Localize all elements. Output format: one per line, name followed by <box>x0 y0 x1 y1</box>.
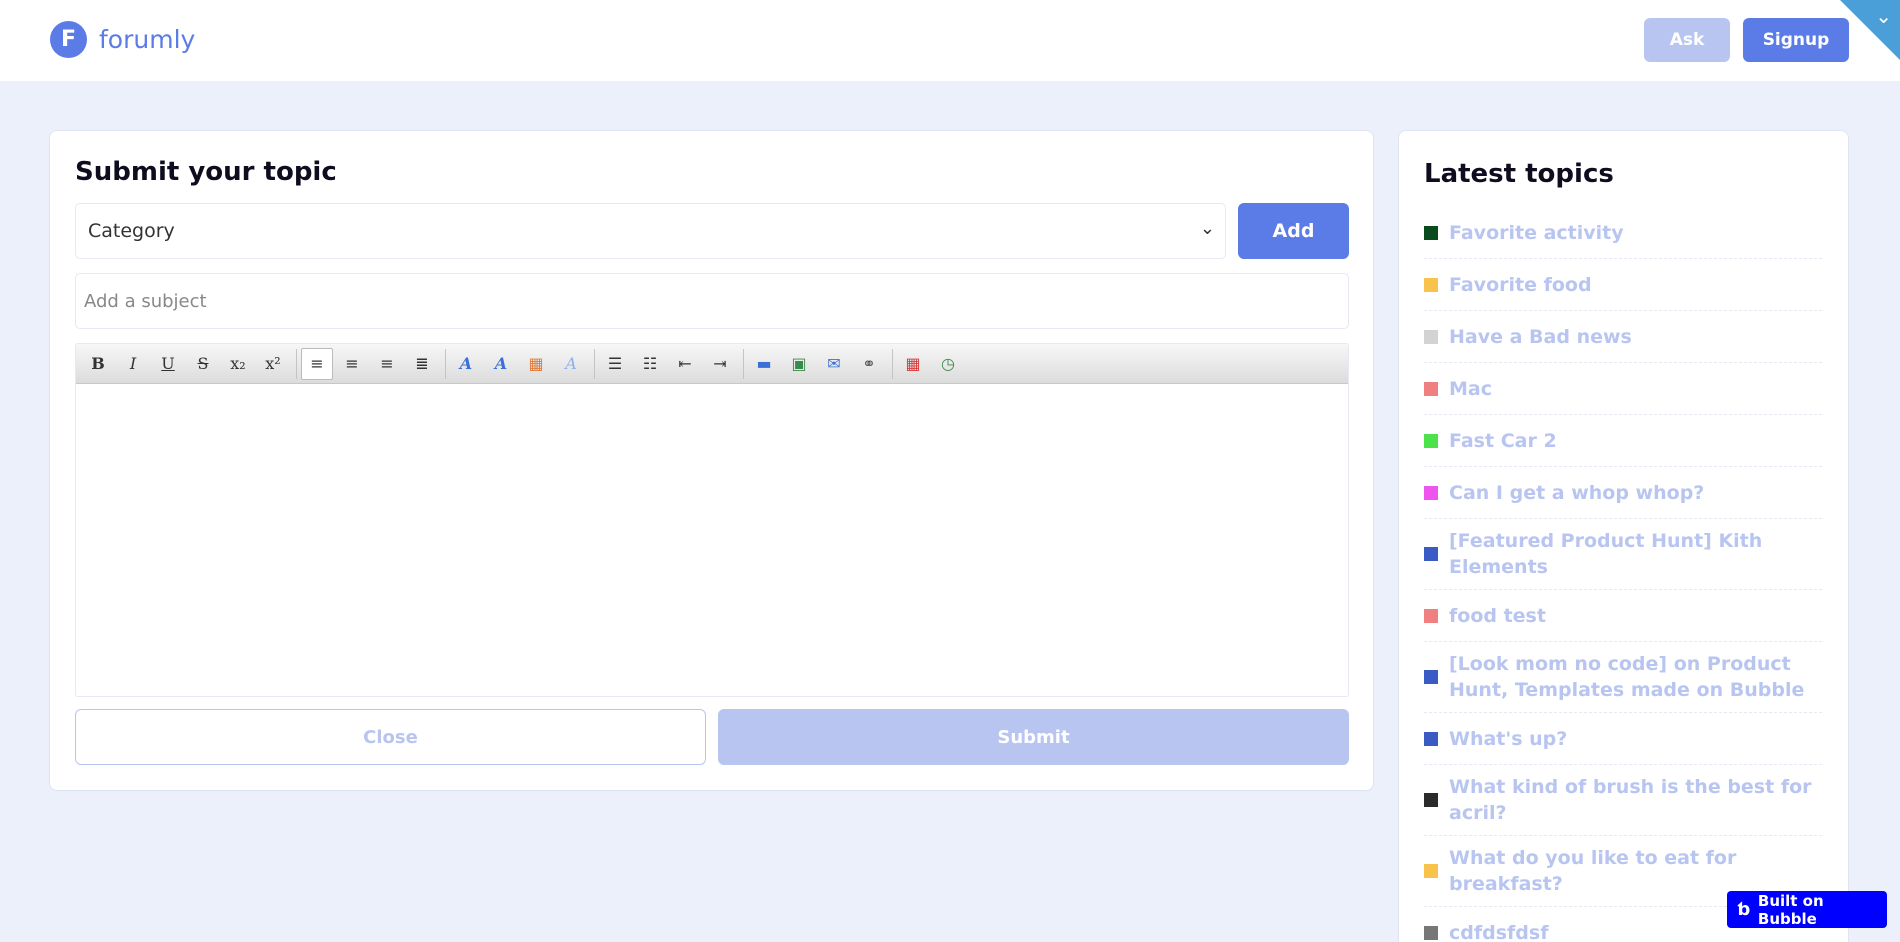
insert-image-icon[interactable]: ▣ <box>783 348 815 380</box>
category-color-swatch <box>1424 433 1438 448</box>
text-color-icon[interactable]: ▦ <box>520 348 552 380</box>
bold-icon[interactable]: B <box>82 348 114 380</box>
category-color-swatch <box>1424 608 1438 623</box>
topic-item[interactable]: Mac <box>1424 363 1822 415</box>
topic-label[interactable]: cdfdsfdsf <box>1449 920 1548 942</box>
topic-label[interactable]: [Featured Product Hunt] Kith Elements <box>1449 528 1822 580</box>
topic-label[interactable]: What do you like to eat for breakfast? <box>1449 845 1822 897</box>
close-button[interactable]: Close <box>75 709 706 765</box>
topic-item[interactable]: Can I get a whop whop? <box>1424 467 1822 519</box>
insert-date-icon[interactable]: ▦ <box>897 348 929 380</box>
category-color-swatch <box>1424 329 1438 344</box>
category-color-swatch <box>1424 925 1438 940</box>
topic-item[interactable]: Favorite food <box>1424 259 1822 311</box>
insert-time-icon[interactable]: ◷ <box>932 348 964 380</box>
font-size-icon[interactable]: A <box>485 348 517 380</box>
topic-label[interactable]: Have a Bad news <box>1449 324 1632 350</box>
strikethrough-icon[interactable]: S <box>187 348 219 380</box>
category-select[interactable]: Category ⌄ <box>75 203 1226 259</box>
toolbar-separator <box>892 348 893 379</box>
align-left-icon[interactable]: ≡ <box>301 347 333 380</box>
category-color-swatch <box>1424 547 1438 561</box>
topic-item[interactable]: What's up? <box>1424 713 1822 765</box>
outdent-icon[interactable]: ⇤ <box>669 348 701 380</box>
topic-label[interactable]: What kind of brush is the best for acril… <box>1449 774 1822 826</box>
built-on-bubble-badge[interactable]: ƅ Built on Bubble <box>1727 891 1887 928</box>
logo-icon: F <box>50 21 87 58</box>
topic-item[interactable]: [Look mom no code] on Product Hunt, Temp… <box>1424 642 1822 713</box>
topic-list: Favorite activity Favorite food Have a Bad… <box>1424 207 1822 942</box>
rich-text-editor[interactable]: B I U Sx₂ x² ≡ ≡ ≡ ≣ A A ▦ A ☰ ☷ ⇤ ⇥ ▬ ▣ ✉ ⚭ ▦ ◷ <box>75 343 1349 697</box>
category-color-swatch <box>1424 381 1438 396</box>
superscript-icon[interactable]: x² <box>257 348 289 380</box>
logo[interactable]: F forumly <box>50 21 195 58</box>
topic-label[interactable]: Favorite food <box>1449 272 1592 298</box>
badge-label: Built on Bubble <box>1757 891 1824 928</box>
submit-topic-card: Submit your topic Category ⌄ Add BIUSx₂x… <box>49 130 1374 791</box>
topic-item[interactable]: [Featured Product Hunt] Kith Elements <box>1424 519 1822 590</box>
page-title: Submit your topic <box>75 157 337 187</box>
sidebar-title: Latest topics <box>1424 159 1614 189</box>
editor-body[interactable] <box>76 384 1348 696</box>
signup-button[interactable]: Signup <box>1743 18 1849 62</box>
editor-toolbar: B I U Sx₂ x² ≡ ≡ ≡ ≣ A A ▦ A ☰ ☷ ⇤ ⇥ ▬ ▣ ✉ ⚭ ▦ ◷ <box>76 344 1348 384</box>
align-center-icon[interactable]: ≡ <box>336 348 368 380</box>
horizontal-rule-icon[interactable]: ▬ <box>748 348 780 380</box>
ask-button[interactable]: Ask <box>1644 18 1730 62</box>
indent-icon[interactable]: ⇥ <box>704 348 736 380</box>
topic-item[interactable]: Favorite activity <box>1424 207 1822 259</box>
category-color-swatch <box>1424 731 1438 746</box>
category-color-swatch <box>1424 485 1438 500</box>
chevron-down-icon[interactable]: ⌄ <box>1875 4 1892 28</box>
top-header: F forumly Ask Signup ⌄ <box>0 0 1900 81</box>
bubble-logo-icon: ƅ <box>1737 899 1750 920</box>
category-color-swatch <box>1424 670 1438 684</box>
topic-label[interactable]: Fast Car 2 <box>1449 428 1557 454</box>
topic-label[interactable]: Mac <box>1449 376 1492 402</box>
topic-item[interactable]: food test <box>1424 590 1822 642</box>
add-button[interactable]: Add <box>1238 203 1349 259</box>
font-family-icon[interactable]: A <box>450 348 482 380</box>
bullet-list-icon[interactable]: ☰ <box>599 348 631 380</box>
latest-topics-card: Latest topics Favorite activity Favorite … <box>1398 130 1849 942</box>
topic-label[interactable]: [Look mom no code] on Product Hunt, Temp… <box>1449 651 1822 703</box>
insert-link-icon[interactable]: ⚭ <box>853 348 885 380</box>
justify-icon[interactable]: ≣ <box>406 348 438 380</box>
topic-label[interactable]: What's up? <box>1449 726 1567 752</box>
chevron-down-icon: ⌄ <box>1199 218 1215 239</box>
topic-label[interactable]: food test <box>1449 603 1546 629</box>
category-color-swatch <box>1424 225 1438 240</box>
topic-item[interactable]: What kind of brush is the best for acril… <box>1424 765 1822 836</box>
category-color-swatch <box>1424 793 1438 807</box>
submit-button[interactable]: Submit <box>718 709 1349 765</box>
topic-label[interactable]: Favorite activity <box>1449 220 1624 246</box>
toolbar-separator <box>743 348 744 379</box>
insert-email-icon[interactable]: ✉ <box>818 348 850 380</box>
toolbar-separator <box>296 348 297 379</box>
italic-icon[interactable]: I <box>117 348 149 380</box>
category-select-value: Category <box>88 220 175 242</box>
category-color-swatch <box>1424 864 1438 878</box>
underline-icon[interactable]: U <box>152 348 184 380</box>
subject-input[interactable] <box>75 273 1349 329</box>
logo-text: forumly <box>99 25 196 54</box>
clear-format-icon[interactable]: A <box>555 348 587 380</box>
topic-item[interactable]: Fast Car 2 <box>1424 415 1822 467</box>
topic-item[interactable]: Have a Bad news <box>1424 311 1822 363</box>
align-right-icon[interactable]: ≡ <box>371 348 403 380</box>
toolbar-separator <box>594 348 595 379</box>
category-color-swatch <box>1424 277 1438 292</box>
toolbar-separator <box>445 348 446 379</box>
topic-label[interactable]: Can I get a whop whop? <box>1449 480 1704 506</box>
subscript-icon[interactable]: x₂ <box>222 348 254 380</box>
numbered-list-icon[interactable]: ☷ <box>634 348 666 380</box>
